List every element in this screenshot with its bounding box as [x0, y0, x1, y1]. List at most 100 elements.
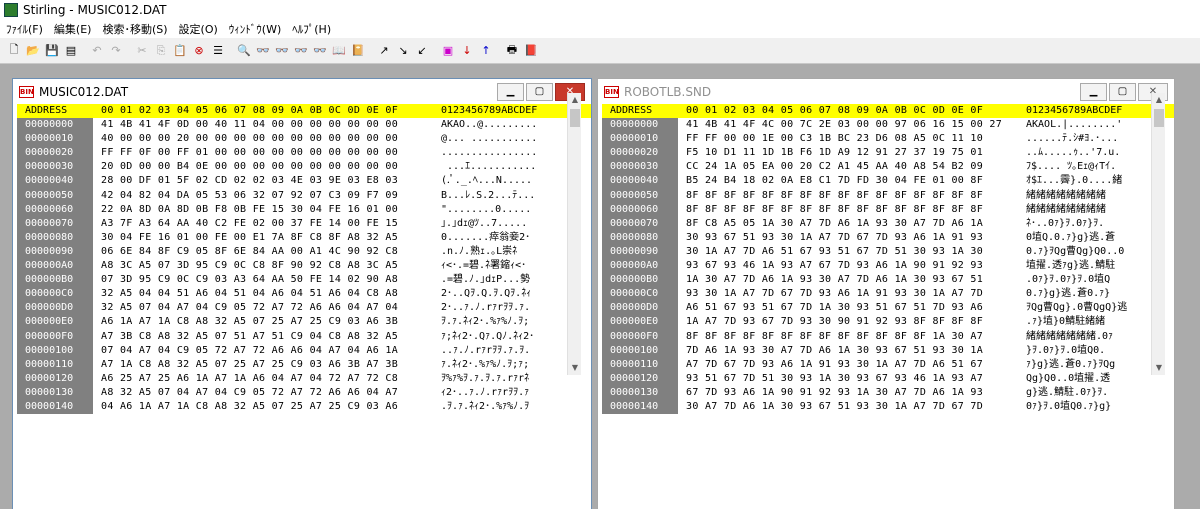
ascii-text[interactable]: 埴擢.透ｧg}逃.鯖駐: [1018, 259, 1148, 273]
hex-bytes[interactable]: 8F 8F 8F 8F 8F 8F 8F 8F 8F 8F 8F 8F 8F 8…: [678, 203, 1018, 217]
hex-row[interactable]: 00000040 28 00 DF 01 5F 02 CD 02 02 03 4E…: [17, 174, 591, 189]
open-file-icon[interactable]: 📂: [24, 42, 42, 60]
ascii-text[interactable]: 0埴Q.0.ｧ}g}逃.蒼: [1018, 231, 1148, 245]
hex-bytes[interactable]: CC 24 1A 05 EA 00 20 C2 A1 45 AA 40 A8 5…: [678, 160, 1018, 174]
hex-bytes[interactable]: 30 A7 7D A6 1A 30 93 67 51 93 30 1A A7 7…: [678, 400, 1018, 414]
hex-bytes[interactable]: 93 51 67 7D 51 30 93 1A 30 93 67 93 46 1…: [678, 372, 1018, 386]
hex-row[interactable]: 00000110 A7 7D 67 7D 93 A6 1A 91 93 30 1A…: [602, 357, 1174, 372]
ascii-text[interactable]: Qg}Q0..0埴擢.透: [1018, 372, 1148, 386]
ascii-text[interactable]: ..ﾑ.....ｩ..'7.u.: [1018, 146, 1148, 160]
hex-bytes[interactable]: A3 7F A3 64 AA 40 C2 FE 02 00 37 FE 14 0…: [93, 217, 433, 231]
hex-bytes[interactable]: A8 3C A5 07 3D 95 C9 0C C8 8F 90 92 C8 A…: [93, 259, 433, 273]
find-next-icon[interactable]: 👓: [254, 42, 272, 60]
ascii-text[interactable]: .0ｧ}ｦ.0ｧ}ｦ.0埴Q: [1018, 273, 1148, 287]
goto-top-icon[interactable]: 📔: [349, 42, 367, 60]
hex-bytes[interactable]: B5 24 B4 18 02 0A E8 C1 7D FD 30 04 FE 0…: [678, 174, 1018, 188]
cut-icon[interactable]: ✂: [133, 42, 151, 60]
hex-bytes[interactable]: 93 30 1A A7 7D 67 7D 93 A6 1A 91 93 30 1…: [678, 287, 1018, 301]
ascii-text[interactable]: @... ...........: [433, 132, 563, 146]
scroll-thumb[interactable]: [570, 109, 580, 127]
ascii-text[interactable]: 0.ｧ}g}逃.蒼0.ｧ}: [1018, 287, 1148, 301]
hex-bytes[interactable]: 06 6E 84 8F C9 05 8F 6E 84 AA 00 A1 4C 9…: [93, 245, 433, 259]
hex-bytes[interactable]: A7 1A C8 A8 32 A5 07 25 A7 25 C9 03 A6 3…: [93, 358, 433, 372]
ascii-text[interactable]: .ｦ.ｧ.ﾈｨ2･.%ｧ%ﾉ.ｦ: [433, 400, 563, 414]
ascii-text[interactable]: ｦQg曹Qg}.0曹QgQ}逃: [1018, 301, 1148, 315]
ascii-text[interactable]: ﾌ$.... ﾂ｡Eｪ@ｨTｲ.: [1018, 160, 1148, 174]
window-title-bar[interactable]: BIN MUSIC012.DAT ▁ ▢ ✕: [13, 79, 591, 104]
hex-row[interactable]: 000000D0 A6 51 67 93 51 67 7D 1A 30 93 51…: [602, 301, 1174, 316]
scroll-down-icon[interactable]: ▼: [568, 361, 582, 375]
menu-item[interactable]: 検索･移動(S): [98, 21, 174, 37]
hex-window-music012[interactable]: BIN MUSIC012.DAT ▁ ▢ ✕ ADDRESS 00 01 02 0…: [12, 78, 592, 509]
hex-bytes[interactable]: 07 04 A7 04 C9 05 72 A7 72 A6 A6 04 A7 0…: [93, 344, 433, 358]
hex-grid[interactable]: ADDRESS 00 01 02 03 04 05 06 07 08 09 0A …: [17, 104, 591, 415]
ascii-text[interactable]: ................: [433, 146, 563, 160]
hex-bytes[interactable]: A7 3B C8 A8 32 A5 07 51 A7 51 C9 04 C8 A…: [93, 330, 433, 344]
hex-row[interactable]: 000000C0 93 30 1A A7 7D 67 7D 93 A6 1A 91…: [602, 287, 1174, 302]
hex-row[interactable]: 000000A0 93 67 93 46 1A 93 A7 67 7D 93 A6…: [602, 259, 1174, 274]
hex-bytes[interactable]: 32 A5 07 04 A7 04 C9 05 72 A7 72 A6 A6 0…: [93, 301, 433, 315]
hex-row[interactable]: 000000F0 8F 8F 8F 8F 8F 8F 8F 8F 8F 8F 8F…: [602, 329, 1174, 344]
ascii-text[interactable]: ﾈ･..0ｧ}ｦ.0ｧ}ｦ.: [1018, 217, 1148, 231]
hex-bytes[interactable]: 22 0A 8D 0A 8D 0B F8 0B FE 15 30 04 FE 1…: [93, 203, 433, 217]
hex-bytes[interactable]: 20 0D 00 00 B4 0E 00 00 00 00 00 00 00 0…: [93, 160, 433, 174]
ascii-text[interactable]: ......ﾃ.ｼ#ﾖ.･...: [1018, 132, 1148, 146]
hex-row[interactable]: 00000130 67 7D 93 A6 1A 90 91 92 93 1A 30…: [602, 385, 1174, 400]
ascii-text[interactable]: ｨ<･.=碧.ﾈ署鏥ｨ<･: [433, 259, 563, 273]
hex-bytes[interactable]: 30 1A A7 7D A6 51 67 93 51 67 7D 51 30 9…: [678, 245, 1018, 259]
ascii-text[interactable]: ｦ%ｧ%ｦ.ｧ.ｦ.ｧ.rｧrﾈ: [433, 372, 563, 386]
goto-end-icon[interactable]: ↘: [394, 42, 412, 60]
ascii-text[interactable]: g}逃.鯖駐.0ｧ}ｦ.: [1018, 386, 1148, 400]
replace-icon[interactable]: 👓: [292, 42, 310, 60]
hex-bytes[interactable]: 41 4B 41 4F 4C 00 7C 2E 03 00 00 97 06 1…: [678, 118, 1018, 132]
hex-row[interactable]: 00000100 7D A6 1A 93 30 A7 7D A6 1A 30 93…: [602, 343, 1174, 358]
find-icon[interactable]: 🔍: [235, 42, 253, 60]
hex-row[interactable]: 000000F0 A7 3B C8 A8 32 A5 07 51 A7 51 C9…: [17, 329, 591, 344]
hex-bytes[interactable]: 07 3D 95 C9 0C C9 03 A3 64 AA 50 FE 14 0…: [93, 273, 433, 287]
ascii-text[interactable]: .=碧.ﾉ.｣dｪP...勢: [433, 273, 563, 287]
hex-row[interactable]: 00000120 93 51 67 7D 51 30 93 1A 30 93 67…: [602, 371, 1174, 386]
select-all-icon[interactable]: ☰: [209, 42, 227, 60]
hex-row[interactable]: 00000140 30 A7 7D A6 1A 30 93 67 51 93 30…: [602, 399, 1174, 415]
ascii-text[interactable]: 2･..ｧ.ﾉ.rｧrｦｦ.ｧ.: [433, 301, 563, 315]
goto-line-icon[interactable]: ↗: [375, 42, 393, 60]
hex-bytes[interactable]: 8F C8 A5 05 1A 30 A7 7D A6 1A 93 30 A7 7…: [678, 217, 1018, 231]
hex-bytes[interactable]: 1A 30 A7 7D A6 1A 93 30 A7 7D A6 1A 30 9…: [678, 273, 1018, 287]
hex-row[interactable]: 00000020 F5 10 D1 11 1D 1B F6 1D A9 12 91…: [602, 146, 1174, 161]
hex-row[interactable]: 00000070 A3 7F A3 64 AA 40 C2 FE 02 00 37…: [17, 216, 591, 231]
hex-row[interactable]: 00000140 04 A6 1A A7 1A C8 A8 32 A5 07 25…: [17, 399, 591, 415]
hex-bytes[interactable]: 8F 8F 8F 8F 8F 8F 8F 8F 8F 8F 8F 8F 8F 1…: [678, 330, 1018, 344]
hex-bytes[interactable]: A6 51 67 93 51 67 7D 1A 30 93 51 67 51 7…: [678, 301, 1018, 315]
jump-icon[interactable]: ↙: [413, 42, 431, 60]
scroll-down-icon[interactable]: ▼: [1152, 361, 1166, 375]
hex-row[interactable]: 000000E0 1A A7 7D 93 67 7D 93 30 90 91 92…: [602, 315, 1174, 330]
ascii-text[interactable]: ｨ2･..ｧ.ﾉ.rｧrｦｦ.ｧ: [433, 386, 563, 400]
hex-row[interactable]: 00000090 06 6E 84 8F C9 05 8F 6E 84 AA 00…: [17, 244, 591, 260]
ascii-text[interactable]: 0ｧ}ｦ.0埴Q0.ｧ}g}: [1018, 400, 1148, 414]
paste-icon[interactable]: 📋: [171, 42, 189, 60]
hex-row[interactable]: 00000080 30 93 67 51 93 30 1A A7 7D 67 7D…: [602, 230, 1174, 245]
ascii-text[interactable]: ｣.｣dｪ@ﾂ..7.....: [433, 217, 563, 231]
hex-row[interactable]: 00000050 42 04 82 04 DA 05 53 06 32 07 92…: [17, 188, 591, 203]
find-hex-icon[interactable]: 👓: [311, 42, 329, 60]
hex-row[interactable]: 00000020 FF FF 0F 00 FF 01 00 00 00 00 00…: [17, 146, 591, 161]
menu-item[interactable]: ﾍﾙﾌﾟ(H): [288, 21, 338, 37]
ascii-text[interactable]: .ｧ}埴}0鯖駐緒緒: [1018, 315, 1148, 329]
ascii-text[interactable]: 2･..Qｦ.Q.ｦ.Qｦ.ﾈｨ: [433, 287, 563, 301]
window-title-bar[interactable]: BIN ROBOTLB.SND ▁ ▢ ✕: [598, 79, 1174, 104]
vertical-scrollbar[interactable]: ▲ ▼: [1151, 93, 1165, 375]
hex-bytes[interactable]: FF FF 0F 00 FF 01 00 00 00 00 00 00 00 0…: [93, 146, 433, 160]
hex-bytes[interactable]: 8F 8F 8F 8F 8F 8F 8F 8F 8F 8F 8F 8F 8F 8…: [678, 189, 1018, 203]
help-icon[interactable]: 📕: [522, 42, 540, 60]
hex-bytes[interactable]: 32 A5 04 04 51 A6 04 51 04 A6 04 51 A6 0…: [93, 287, 433, 301]
hex-row[interactable]: 00000000 41 4B 41 4F 0D 00 40 11 04 00 00…: [17, 118, 591, 133]
hex-row[interactable]: 00000080 30 04 FE 16 01 00 FE 00 E1 7A 8F…: [17, 230, 591, 245]
ascii-text[interactable]: AKAO..@.........: [433, 118, 563, 132]
hex-bytes[interactable]: 67 7D 93 A6 1A 90 91 92 93 1A 30 A7 7D A…: [678, 386, 1018, 400]
hex-bytes[interactable]: 30 04 FE 16 01 00 FE 00 E1 7A 8F C8 8F A…: [93, 231, 433, 245]
hex-bytes[interactable]: 93 67 93 46 1A 93 A7 67 7D 93 A6 1A 90 9…: [678, 259, 1018, 273]
hex-bytes[interactable]: A6 25 A7 25 A6 1A A7 1A A6 04 A7 04 72 A…: [93, 372, 433, 386]
hex-bytes[interactable]: 40 00 00 00 20 00 00 00 00 00 00 00 00 0…: [93, 132, 433, 146]
ascii-text[interactable]: AKAOL.|........': [1018, 118, 1148, 132]
ascii-text[interactable]: }ｦ.0ｧ}ｦ.0埴Q0.: [1018, 344, 1148, 358]
